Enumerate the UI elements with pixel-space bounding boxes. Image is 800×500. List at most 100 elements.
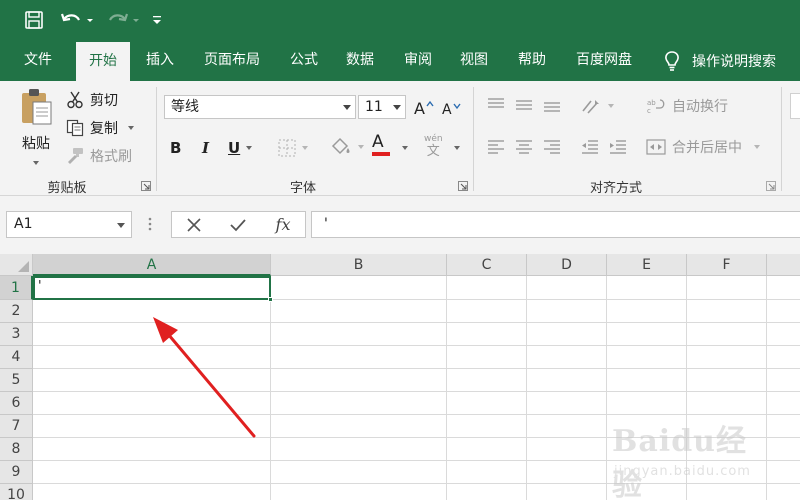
tab-page-layout[interactable]: 页面布局: [194, 40, 270, 81]
lightbulb-icon: [665, 50, 679, 71]
copy-dropdown-icon[interactable]: [128, 126, 134, 130]
align-bottom-icon[interactable]: [542, 97, 562, 113]
tab-home[interactable]: 开始: [76, 42, 130, 81]
bold-button[interactable]: B: [170, 137, 181, 159]
undo-icon[interactable]: [58, 8, 98, 32]
title-bar: [0, 0, 800, 40]
increase-indent-icon[interactable]: [608, 139, 628, 155]
worksheet-grid: A B C D E F 1 2 3 4 5 6 7 8 9 10 ' Baidu…: [0, 254, 800, 500]
font-name-value: 等线: [171, 99, 199, 115]
paste-label: 粘贴: [22, 136, 50, 152]
tab-baidu-netdisk[interactable]: 百度网盘: [566, 40, 642, 81]
copy-icon: [66, 119, 84, 137]
underline-dropdown-icon[interactable]: [246, 146, 253, 150]
align-left-icon[interactable]: [486, 139, 506, 155]
borders-button[interactable]: [278, 138, 308, 158]
number-format-combo[interactable]: [790, 93, 800, 119]
tab-file[interactable]: 文件: [12, 40, 64, 81]
wrap-text-button[interactable]: ab c 自动换行: [646, 95, 728, 117]
fill-color-dropdown-icon[interactable]: [358, 145, 364, 149]
chevron-down-icon[interactable]: [117, 223, 125, 228]
formula-buttons: fx: [171, 211, 306, 238]
tab-help[interactable]: 帮助: [506, 40, 558, 81]
group-divider: [156, 87, 157, 191]
merge-dropdown-icon[interactable]: [754, 145, 760, 149]
align-middle-icon[interactable]: [514, 97, 534, 113]
phonetic-pinyin: wén: [424, 134, 443, 144]
splitter-handle-icon[interactable]: [148, 216, 152, 232]
phonetic-dropdown-icon[interactable]: [454, 146, 460, 150]
insert-function-icon[interactable]: fx: [266, 212, 300, 237]
orientation-button[interactable]: [580, 95, 614, 117]
align-center-icon[interactable]: [514, 139, 534, 155]
font-size-value: 11: [365, 99, 383, 115]
ribbon-tabs: 文件 开始 插入 页面布局 公式 数据 审阅 视图 帮助 百度网盘 操作说明搜索: [0, 40, 800, 81]
wrap-text-label: 自动换行: [672, 99, 728, 115]
borders-dropdown-icon[interactable]: [302, 146, 308, 150]
underline-button[interactable]: U: [228, 137, 253, 159]
merge-center-button[interactable]: 合并后居中: [646, 136, 760, 158]
tab-data[interactable]: 数据: [334, 40, 386, 81]
formula-input[interactable]: ': [311, 211, 800, 238]
underline-letter: U: [228, 139, 241, 157]
font-launcher-icon[interactable]: [458, 181, 468, 191]
phonetic-char: 文: [426, 144, 440, 159]
orientation-dropdown-icon[interactable]: [608, 104, 614, 108]
paste-icon: [22, 89, 52, 125]
paste-dropdown-icon[interactable]: [33, 161, 39, 165]
clipboard-launcher-icon[interactable]: [141, 181, 151, 191]
shrink-arrow-icon: [453, 103, 461, 110]
alignment-launcher-icon[interactable]: [766, 181, 776, 191]
cut-label: 剪切: [90, 93, 118, 109]
tell-me-label: 操作说明搜索: [692, 53, 776, 70]
enter-entry-icon[interactable]: [222, 212, 254, 237]
tab-review[interactable]: 审阅: [392, 40, 444, 81]
italic-button[interactable]: I: [202, 137, 209, 159]
text-orientation-icon: [582, 100, 599, 114]
format-painter-button[interactable]: 格式刷: [66, 145, 132, 167]
font-color-dropdown-icon[interactable]: [402, 146, 408, 150]
cancel-entry-icon[interactable]: [178, 212, 210, 237]
grow-font-button[interactable]: A: [414, 97, 434, 119]
name-box[interactable]: A1: [6, 211, 132, 238]
format-painter-icon: [68, 148, 83, 164]
alignment-group-label: 对齐方式: [589, 181, 642, 196]
grow-font-letter: A: [414, 98, 425, 118]
copy-label: 复制: [90, 121, 118, 137]
customize-qat-icon[interactable]: [150, 8, 164, 32]
format-painter-label: 格式刷: [90, 149, 132, 165]
fill-color-button[interactable]: [330, 136, 364, 158]
phonetic-guide-button[interactable]: wén 文: [424, 135, 443, 161]
name-box-value: A1: [14, 216, 33, 232]
merge-cells-icon: [646, 139, 666, 155]
chevron-down-icon[interactable]: [343, 105, 351, 110]
clipboard-group-label: 剪贴板: [47, 181, 87, 196]
save-icon[interactable]: [22, 8, 46, 32]
tell-me-search[interactable]: 操作说明搜索: [664, 40, 776, 81]
font-color-letter: A: [372, 132, 384, 152]
group-divider: [473, 87, 474, 191]
paint-bucket-icon: [331, 137, 350, 155]
ribbon-home: 粘贴 剪切 复制 格式刷 剪贴板 等线 11 A A B I U A wén 文…: [0, 81, 800, 196]
align-top-icon[interactable]: [486, 97, 506, 113]
chevron-down-icon[interactable]: [393, 105, 401, 110]
shrink-font-button[interactable]: A: [442, 99, 461, 121]
font-size-combo[interactable]: 11: [358, 95, 406, 119]
cut-button[interactable]: 剪切: [66, 89, 118, 111]
paste-button[interactable]: 粘贴: [14, 87, 58, 171]
align-right-icon[interactable]: [542, 139, 562, 155]
wrap-text-icon: abc: [647, 99, 665, 115]
tab-formulas[interactable]: 公式: [278, 40, 330, 81]
tab-insert[interactable]: 插入: [134, 40, 186, 81]
tab-view[interactable]: 视图: [448, 40, 500, 81]
font-group-label: 字体: [289, 181, 316, 196]
font-name-combo[interactable]: 等线: [164, 95, 356, 119]
borders-icon: [278, 139, 296, 157]
copy-button[interactable]: 复制: [66, 117, 134, 139]
redo-icon[interactable]: [104, 8, 144, 32]
font-color-button[interactable]: A: [372, 133, 390, 161]
shrink-font-letter: A: [442, 102, 452, 118]
grow-arrow-icon: [426, 100, 434, 107]
svg-text:c: c: [647, 107, 651, 115]
decrease-indent-icon[interactable]: [580, 139, 600, 155]
